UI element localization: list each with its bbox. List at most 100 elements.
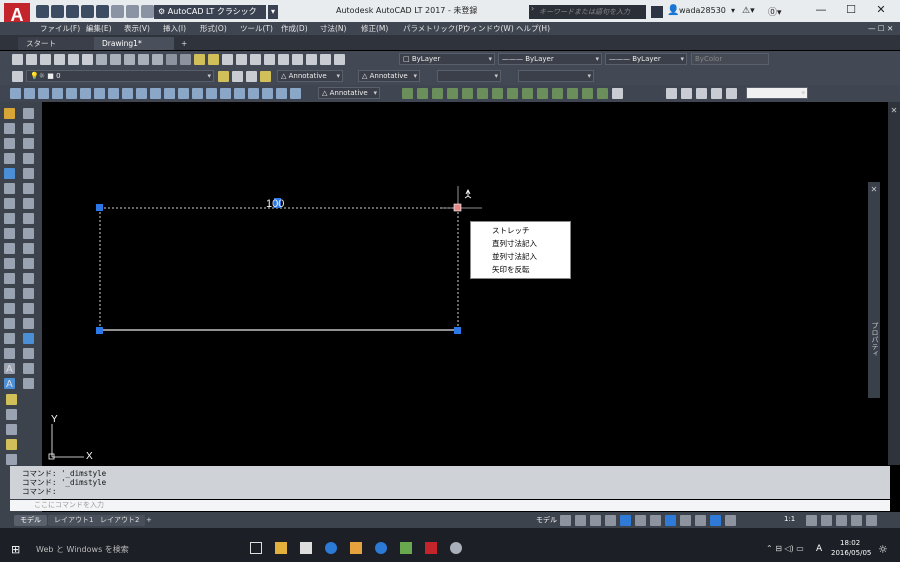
- insert-block-icon[interactable]: [23, 273, 34, 284]
- extend-icon[interactable]: [4, 258, 15, 269]
- clean-screen-icon[interactable]: [851, 515, 862, 526]
- auto-scale-icon[interactable]: [725, 515, 736, 526]
- view-3-icon[interactable]: [696, 88, 707, 99]
- transparency-icon[interactable]: [695, 515, 706, 526]
- spell-icon[interactable]: [6, 424, 17, 435]
- grip-left-bottom[interactable]: [96, 327, 103, 334]
- nearest-icon[interactable]: [582, 88, 593, 99]
- doc-window-controls[interactable]: — ☐ ✕: [868, 22, 893, 35]
- notification-icon[interactable]: ☼: [878, 543, 888, 556]
- ie-icon[interactable]: [375, 542, 387, 554]
- new-icon[interactable]: [36, 5, 49, 18]
- mleader-style-dropdown[interactable]: ▾: [518, 70, 594, 82]
- spline-icon[interactable]: [23, 228, 34, 239]
- zoom-icon[interactable]: [6, 409, 17, 420]
- gradient-icon[interactable]: [23, 333, 34, 344]
- match-layer-icon[interactable]: [232, 71, 243, 82]
- menu-tools[interactable]: ツール(T): [240, 22, 273, 35]
- copy-icon[interactable]: [4, 123, 15, 134]
- dynamic-input-icon[interactable]: [665, 515, 676, 526]
- quadrant-icon[interactable]: [492, 88, 503, 99]
- circle-icon[interactable]: [23, 198, 34, 209]
- edge-icon[interactable]: [325, 542, 337, 554]
- insert-snap-icon[interactable]: [552, 88, 563, 99]
- saveas-icon[interactable]: [81, 5, 94, 18]
- join-icon[interactable]: [4, 303, 15, 314]
- tab-model[interactable]: モデル: [14, 515, 47, 526]
- tangent-icon[interactable]: [507, 88, 518, 99]
- cut-icon[interactable]: [96, 54, 107, 65]
- menu-parametric[interactable]: パラメトリック(P): [403, 22, 466, 35]
- menu-item-baseline-dim[interactable]: 並列寸法記入: [492, 250, 537, 263]
- region-icon[interactable]: [23, 348, 34, 359]
- extension-icon[interactable]: [462, 88, 473, 99]
- menu-format[interactable]: 形式(O): [200, 22, 227, 35]
- quick-dim-icon[interactable]: [122, 88, 133, 99]
- color-dropdown[interactable]: □ ByLayer ▾: [399, 53, 495, 65]
- tab-layout2[interactable]: レイアウト2: [94, 515, 146, 526]
- undo-icon[interactable]: [166, 54, 177, 65]
- text-icon[interactable]: A: [6, 364, 17, 375]
- file-explorer-icon[interactable]: [275, 542, 287, 554]
- view-dropdown[interactable]: ▾: [746, 87, 808, 99]
- lineweight-dropdown[interactable]: ——— ByLayer ▾: [605, 53, 687, 65]
- plotstyle-dropdown[interactable]: ByColor: [691, 53, 769, 65]
- clock-time[interactable]: 18:02: [840, 539, 860, 547]
- mtext-icon[interactable]: [23, 378, 34, 389]
- properties-palette-collapsed[interactable]: ✕ プロパティ: [868, 182, 880, 398]
- annotation-scale[interactable]: 1:1: [784, 515, 795, 523]
- table-icon[interactable]: [23, 363, 34, 374]
- view-4-icon[interactable]: [711, 88, 722, 99]
- rectangle-icon[interactable]: [23, 168, 34, 179]
- autocad-taskbar-icon[interactable]: [425, 542, 437, 554]
- menu-dimension[interactable]: 寸法(N): [320, 22, 346, 35]
- sheetset-icon[interactable]: [292, 54, 303, 65]
- layer-dropdown[interactable]: 💡☼ ■ 0 ▾: [26, 70, 214, 82]
- designcenter-icon[interactable]: [264, 54, 275, 65]
- aligned-dim-icon[interactable]: [24, 88, 35, 99]
- toolpalette-icon[interactable]: [278, 54, 289, 65]
- zoom-previous-icon[interactable]: [236, 54, 247, 65]
- view-5-icon[interactable]: [726, 88, 737, 99]
- qat-dropdown-icon[interactable]: [141, 5, 154, 18]
- chevron-down-icon[interactable]: ▾: [731, 6, 735, 15]
- polyline-icon[interactable]: [23, 138, 34, 149]
- scale-icon[interactable]: [4, 213, 15, 224]
- baseline-dim-icon[interactable]: [136, 88, 147, 99]
- dimension-text[interactable]: 100: [266, 198, 284, 210]
- center-mark-icon[interactable]: [206, 88, 217, 99]
- diameter-dim-icon[interactable]: [94, 88, 105, 99]
- open-icon[interactable]: [26, 54, 37, 65]
- tab-layout1[interactable]: レイアウト1: [48, 515, 100, 526]
- revcloud-icon[interactable]: [23, 213, 34, 224]
- grip-right-bottom[interactable]: [454, 327, 461, 334]
- menu-draw[interactable]: 作成(D): [281, 22, 308, 35]
- break-icon[interactable]: [4, 288, 15, 299]
- markup-icon[interactable]: [306, 54, 317, 65]
- text-style-dropdown[interactable]: △ Annotative ▾: [277, 70, 343, 82]
- minimize-button[interactable]: —: [806, 3, 836, 16]
- midpoint-icon[interactable]: [432, 88, 443, 99]
- user-icon[interactable]: 👤: [667, 5, 679, 16]
- dim-edit-icon[interactable]: [248, 88, 259, 99]
- workspace-gear-icon[interactable]: [806, 515, 817, 526]
- match-icon[interactable]: [138, 54, 149, 65]
- linear-dim-icon[interactable]: [10, 88, 21, 99]
- menu-item-flip-arrow[interactable]: 矢印を反転: [492, 263, 530, 276]
- endpoint-icon[interactable]: [417, 88, 428, 99]
- menu-window[interactable]: ウィンドウ(W): [463, 22, 514, 35]
- calc-icon[interactable]: [6, 454, 17, 465]
- arc-icon[interactable]: [23, 183, 34, 194]
- menu-edit[interactable]: 編集(E): [86, 22, 112, 35]
- annotation-visibility-icon[interactable]: [710, 515, 721, 526]
- help-icon[interactable]: [334, 54, 345, 65]
- zoom-icon[interactable]: [208, 54, 219, 65]
- snap-icon[interactable]: [402, 88, 413, 99]
- save-icon[interactable]: [40, 54, 51, 65]
- redo-icon[interactable]: [126, 5, 139, 18]
- lineweight-icon[interactable]: [680, 515, 691, 526]
- node-icon[interactable]: [567, 88, 578, 99]
- grid-icon[interactable]: [560, 515, 571, 526]
- plus-icon[interactable]: [821, 515, 832, 526]
- break-point-icon[interactable]: [4, 273, 15, 284]
